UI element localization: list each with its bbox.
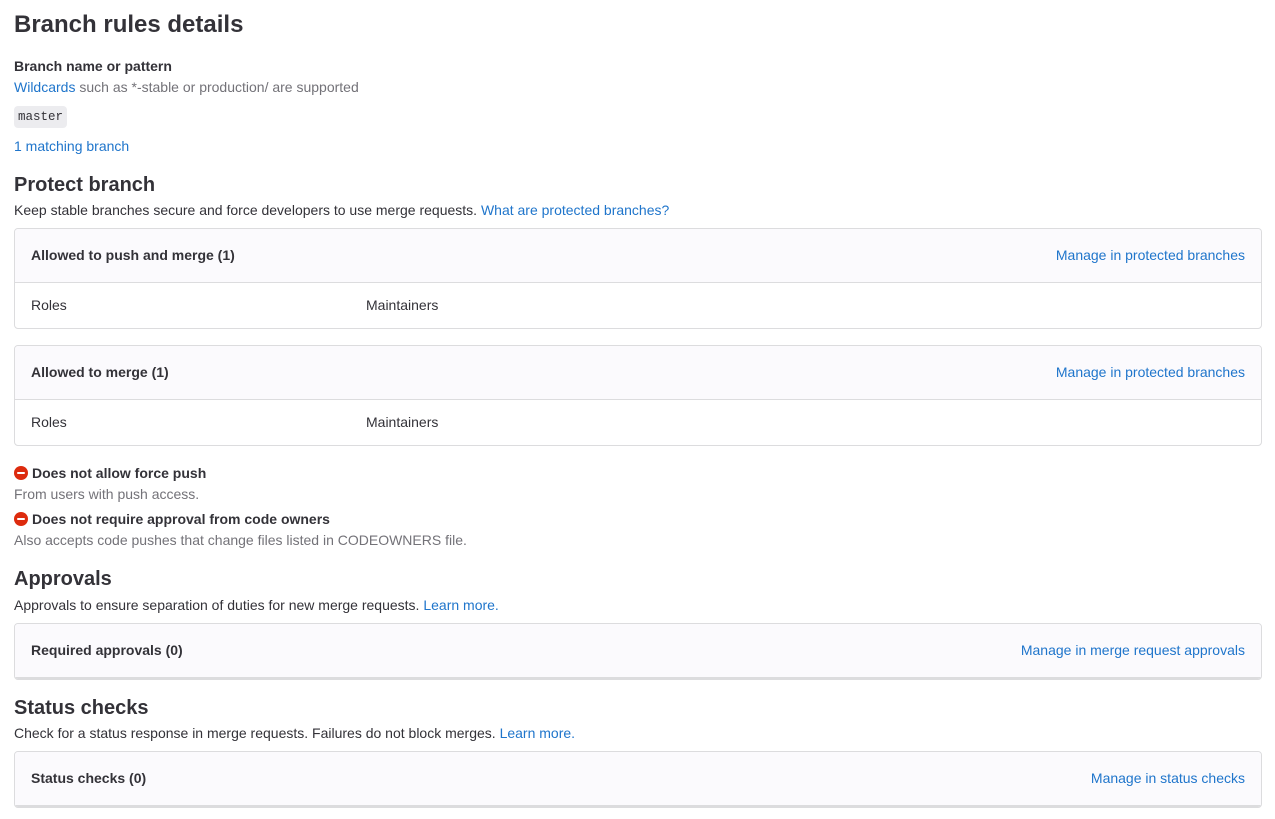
approvals-card-header: Required approvals (0) Manage in merge r… — [15, 624, 1261, 679]
protect-branch-description: Keep stable branches secure and force de… — [14, 200, 669, 220]
force-push-status: Does not allow force push — [14, 463, 206, 483]
deny-icon — [14, 466, 28, 480]
push-merge-roles-label: Roles — [31, 297, 67, 313]
status-checks-card-title: Status checks (0) — [31, 770, 147, 786]
status-checks-description: Check for a status response in merge req… — [14, 723, 575, 743]
approvals-description-text: Approvals to ensure separation of duties… — [14, 597, 424, 613]
status-checks-card-header: Status checks (0) Manage in status check… — [15, 752, 1261, 807]
status-checks-manage-link[interactable]: Manage in status checks — [1091, 752, 1245, 805]
push-merge-card-title: Allowed to push and merge (1) — [31, 247, 235, 263]
code-owners-help: Also accepts code pushes that change fil… — [14, 532, 467, 548]
status-checks-description-text: Check for a status response in merge req… — [14, 725, 500, 741]
push-merge-manage-link[interactable]: Manage in protected branches — [1056, 229, 1245, 282]
push-merge-card-header: Allowed to push and merge (1) Manage in … — [15, 229, 1261, 283]
push-merge-roles-value: Maintainers — [366, 297, 439, 313]
code-owners-title: Does not require approval from code owne… — [32, 511, 330, 527]
wildcards-help-text: such as *-stable or production/ are supp… — [75, 79, 359, 95]
wildcards-link[interactable]: Wildcards — [14, 79, 75, 95]
force-push-help: From users with push access. — [14, 486, 200, 502]
code-owners-status: Does not require approval from code owne… — [14, 509, 330, 529]
push-merge-card: Allowed to push and merge (1) Manage in … — [14, 228, 1262, 329]
matching-branch-link[interactable]: 1 matching branch — [14, 138, 129, 154]
merge-card-title: Allowed to merge (1) — [31, 364, 169, 380]
force-push-title: Does not allow force push — [32, 465, 207, 481]
merge-card-header: Allowed to merge (1) Manage in protected… — [15, 346, 1261, 400]
matching-branches: 1 matching branch — [14, 136, 129, 156]
status-checks-learn-more-link[interactable]: Learn more. — [500, 725, 575, 741]
branch-pattern-label: Branch name or pattern — [14, 58, 172, 74]
approvals-card: Required approvals (0) Manage in merge r… — [14, 623, 1262, 680]
status-checks-card: Status checks (0) Manage in status check… — [14, 751, 1262, 808]
protected-branches-help-link[interactable]: What are protected branches? — [481, 202, 669, 218]
branch-name: master — [14, 106, 68, 128]
approvals-manage-link[interactable]: Manage in merge request approvals — [1021, 624, 1245, 677]
status-checks-title: Status checks — [14, 697, 149, 719]
approvals-learn-more-link[interactable]: Learn more. — [423, 597, 498, 613]
page-title: Branch rules details — [14, 11, 244, 38]
approvals-description: Approvals to ensure separation of duties… — [14, 595, 499, 615]
merge-roles-value: Maintainers — [366, 414, 439, 430]
approvals-card-title: Required approvals (0) — [31, 642, 183, 658]
push-merge-card-row: Roles Maintainers — [15, 283, 1261, 328]
merge-card-row: Roles Maintainers — [15, 400, 1261, 445]
branch-name-wrapper: master — [14, 106, 68, 128]
approvals-title: Approvals — [14, 568, 112, 590]
protect-branch-title: Protect branch — [14, 174, 156, 196]
deny-icon — [14, 512, 28, 526]
merge-card: Allowed to merge (1) Manage in protected… — [14, 345, 1262, 446]
merge-roles-label: Roles — [31, 414, 67, 430]
merge-manage-link[interactable]: Manage in protected branches — [1056, 346, 1245, 399]
protect-branch-description-text: Keep stable branches secure and force de… — [14, 202, 481, 218]
branch-pattern-help: Wildcards such as *-stable or production… — [14, 77, 359, 97]
